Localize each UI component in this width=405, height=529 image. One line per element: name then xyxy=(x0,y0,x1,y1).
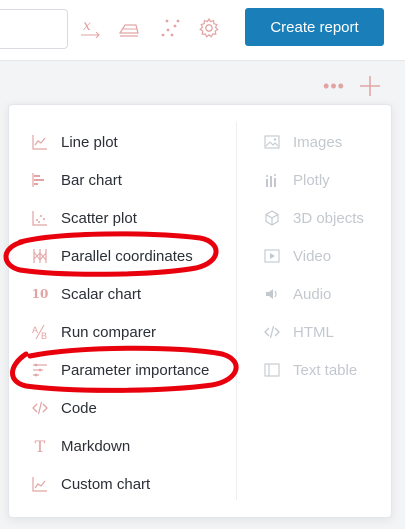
menu-item-html: HTML xyxy=(263,317,383,347)
code-icon xyxy=(31,399,49,417)
function-icon[interactable]: x xyxy=(78,16,104,40)
menu-item-label: HTML xyxy=(293,323,334,341)
menu-item-label: Scalar chart xyxy=(61,285,142,303)
html-icon xyxy=(263,323,281,341)
menu-item-code[interactable]: Code xyxy=(31,393,231,423)
audio-icon xyxy=(263,285,281,303)
menu-item-text-table: Text table xyxy=(263,355,383,385)
svg-text:B: B xyxy=(41,331,47,340)
menu-item-parameter-importance[interactable]: Parameter importance xyxy=(31,355,231,385)
markdown-icon: T xyxy=(34,436,46,456)
svg-text:A: A xyxy=(32,325,38,335)
menu-item-label: Audio xyxy=(293,285,332,303)
more-dots-icon[interactable]: ••• xyxy=(322,76,346,96)
menu-item-label: 3D objects xyxy=(293,209,364,227)
text-table-icon xyxy=(263,361,281,379)
dots-chart-icon[interactable] xyxy=(157,16,183,40)
menu-item-markdown[interactable]: T Markdown xyxy=(31,431,231,461)
menu-divider xyxy=(236,122,237,500)
search-input[interactable] xyxy=(0,9,68,49)
menu-item-plotly: Plotly xyxy=(263,165,383,195)
menu-item-video: Video xyxy=(263,241,383,271)
menu-item-label: Custom chart xyxy=(61,475,151,493)
images-icon xyxy=(263,133,281,151)
menu-item-label: Parallel coordinates xyxy=(61,247,193,265)
menu-item-audio: Audio xyxy=(263,279,383,309)
menu-item-label: Line plot xyxy=(61,133,118,151)
menu-item-3d-objects: 3D objects xyxy=(263,203,383,233)
video-icon xyxy=(263,247,281,265)
create-report-button[interactable]: Create report xyxy=(245,8,384,46)
menu-item-label: Run comparer xyxy=(61,323,157,341)
menu-item-run-comparer[interactable]: A B Run comparer xyxy=(31,317,231,347)
custom-chart-icon xyxy=(31,475,49,493)
menu-item-label: Scatter plot xyxy=(61,209,137,227)
line-plot-icon xyxy=(31,133,49,151)
menu-item-label: Images xyxy=(293,133,343,151)
menu-item-line-plot[interactable]: Line plot xyxy=(31,127,231,157)
parallel-coordinates-icon xyxy=(31,247,49,265)
menu-item-label: Plotly xyxy=(293,171,330,189)
parameter-importance-icon xyxy=(31,361,49,379)
menu-item-custom-chart[interactable]: Custom chart xyxy=(31,469,231,499)
plotly-icon xyxy=(263,171,281,189)
bar-chart-icon xyxy=(31,171,49,189)
cube-icon xyxy=(263,209,281,227)
run-comparer-icon: A B xyxy=(31,323,49,341)
svg-text:x: x xyxy=(83,18,91,34)
menu-item-images: Images xyxy=(263,127,383,157)
inkwell-icon[interactable] xyxy=(116,16,142,40)
menu-item-label: Video xyxy=(293,247,332,265)
menu-item-label: Code xyxy=(61,399,97,417)
menu-item-scatter-plot[interactable]: Scatter plot xyxy=(31,203,231,233)
top-toolbar: x Create report xyxy=(0,0,405,61)
menu-item-label: Text table xyxy=(293,361,358,379)
plus-icon[interactable] xyxy=(356,72,384,100)
menu-item-label: Bar chart xyxy=(61,171,122,189)
menu-item-scalar-chart[interactable]: 10 Scalar chart xyxy=(31,279,231,309)
menu-item-parallel-coordinates[interactable]: Parallel coordinates xyxy=(31,241,231,271)
scatter-plot-icon xyxy=(31,209,49,227)
menu-item-label: Markdown xyxy=(61,437,131,455)
gear-icon[interactable] xyxy=(196,16,222,40)
scalar-chart-icon: 10 xyxy=(31,287,49,301)
menu-item-bar-chart[interactable]: Bar chart xyxy=(31,165,231,195)
menu-item-label: Parameter importance xyxy=(61,361,210,379)
